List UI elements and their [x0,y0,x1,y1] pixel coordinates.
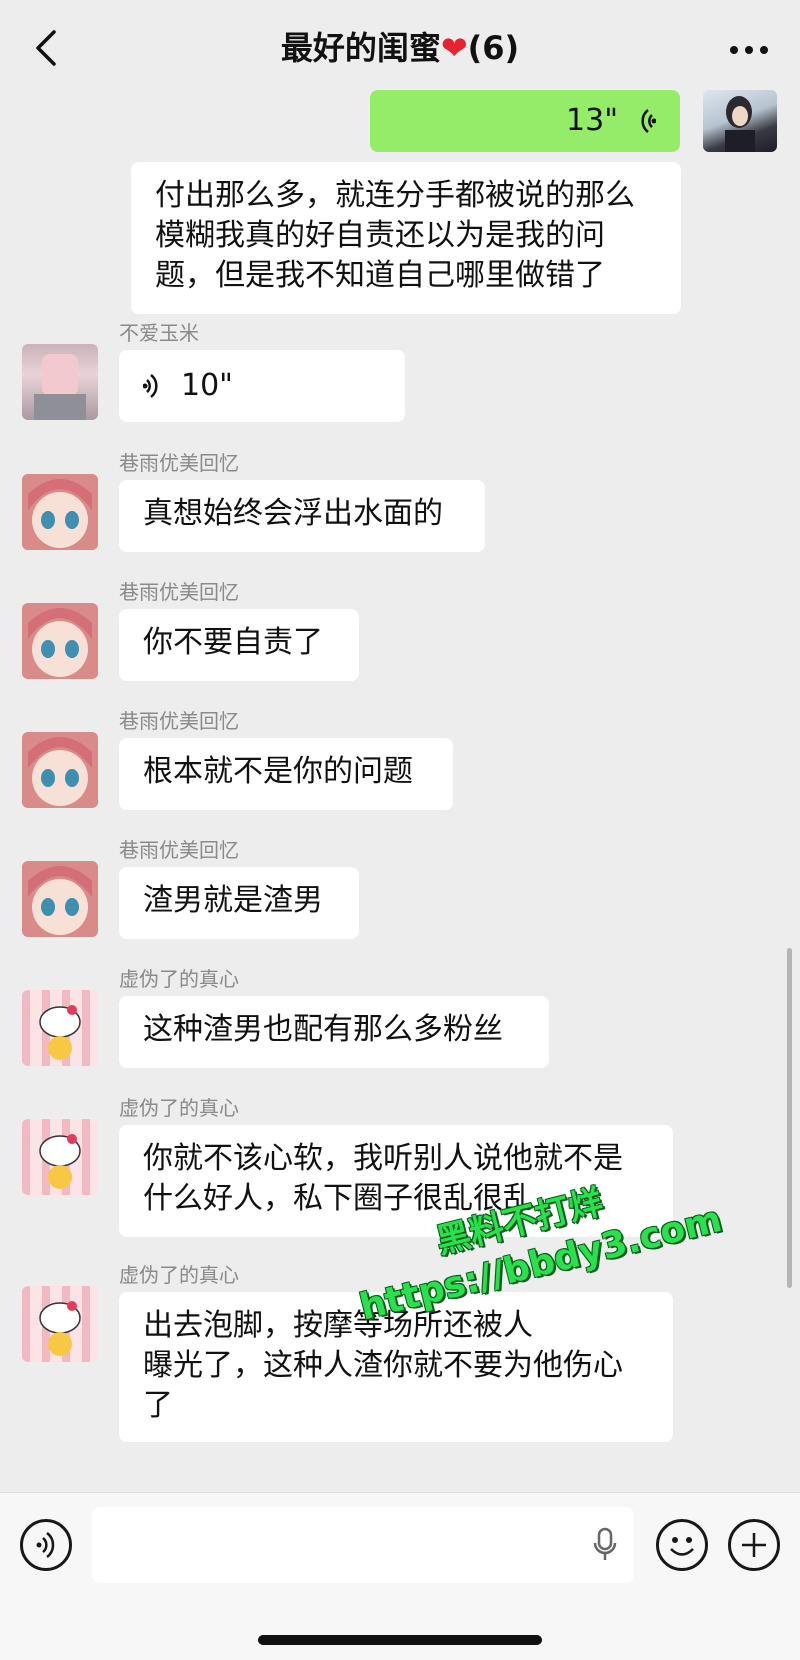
sender-name: 虚伪了的真心 [119,967,239,991]
avatar-xuwei[interactable] [22,1119,98,1195]
text-message[interactable]: 根本就不是你的问题 [119,738,453,810]
chat-title: 最好的闺蜜❤(6) [0,26,800,70]
message-line: 付出那么多，就连分手都被说的那么 [155,178,635,213]
group-name: 最好的闺蜜 [280,29,441,67]
chat-header: 最好的闺蜜❤(6) [0,0,800,96]
message-line: 题，但是我不知道自己哪里做错了 [155,258,605,293]
avatar-xuwei[interactable] [22,990,98,1066]
avatar-xiangyu[interactable] [22,861,98,937]
self-avatar[interactable] [703,90,777,152]
plus-icon[interactable] [728,1519,780,1571]
emoji-icon[interactable] [656,1519,708,1571]
voice-wave-icon [143,374,158,398]
sender-name: 不爱玉米 [119,321,199,345]
avatar-xiangyu[interactable] [22,603,98,679]
message-line: 了 [143,1388,173,1423]
input-bar [0,1492,800,1660]
home-indicator[interactable] [258,1635,542,1645]
avatar-xiangyu[interactable] [22,474,98,550]
voice-message[interactable]: 10" [119,350,405,422]
avatar-xiangyu[interactable] [22,732,98,808]
scrollbar[interactable] [787,948,792,1288]
sender-name: 虚伪了的真心 [119,1096,239,1120]
voice-toggle-icon[interactable] [20,1519,72,1571]
sender-name: 巷雨优美回忆 [119,838,239,862]
sender-name: 虚伪了的真心 [119,1263,239,1287]
message-input[interactable] [92,1507,634,1583]
avatar-buaiyumi[interactable] [22,344,98,420]
text-message[interactable]: 渣男就是渣男 [119,867,359,939]
text-message[interactable]: 真想始终会浮出水面的 [119,480,485,552]
message-line: 模糊我真的好自责还以为是我的问 [155,218,605,253]
sender-name: 巷雨优美回忆 [119,580,239,604]
message-line: 你就不该心软，我听别人说他就不是 [143,1141,623,1176]
text-message-self[interactable]: 付出那么多，就连分手都被说的那么 模糊我真的好自责还以为是我的问 题，但是我不知… [131,162,681,314]
heart-icon: ❤ [440,29,468,67]
member-count: (6) [467,29,520,67]
text-message[interactable]: 你不要自责了 [119,609,359,681]
microphone-icon[interactable] [592,1527,618,1563]
voice-wave-icon [641,109,656,133]
sender-name: 巷雨优美回忆 [119,709,239,733]
more-dots-icon[interactable] [724,30,774,70]
sender-name: 巷雨优美回忆 [119,451,239,475]
avatar-xuwei[interactable] [22,1286,98,1362]
voice-message-self[interactable]: 13" [370,90,680,152]
voice-duration: 10" [181,368,233,403]
voice-duration: 13" [566,103,618,138]
text-message[interactable]: 这种渣男也配有那么多粉丝 [119,996,549,1068]
message-line: 曝光了，这种人渣你就不要为他伤心 [143,1348,623,1383]
